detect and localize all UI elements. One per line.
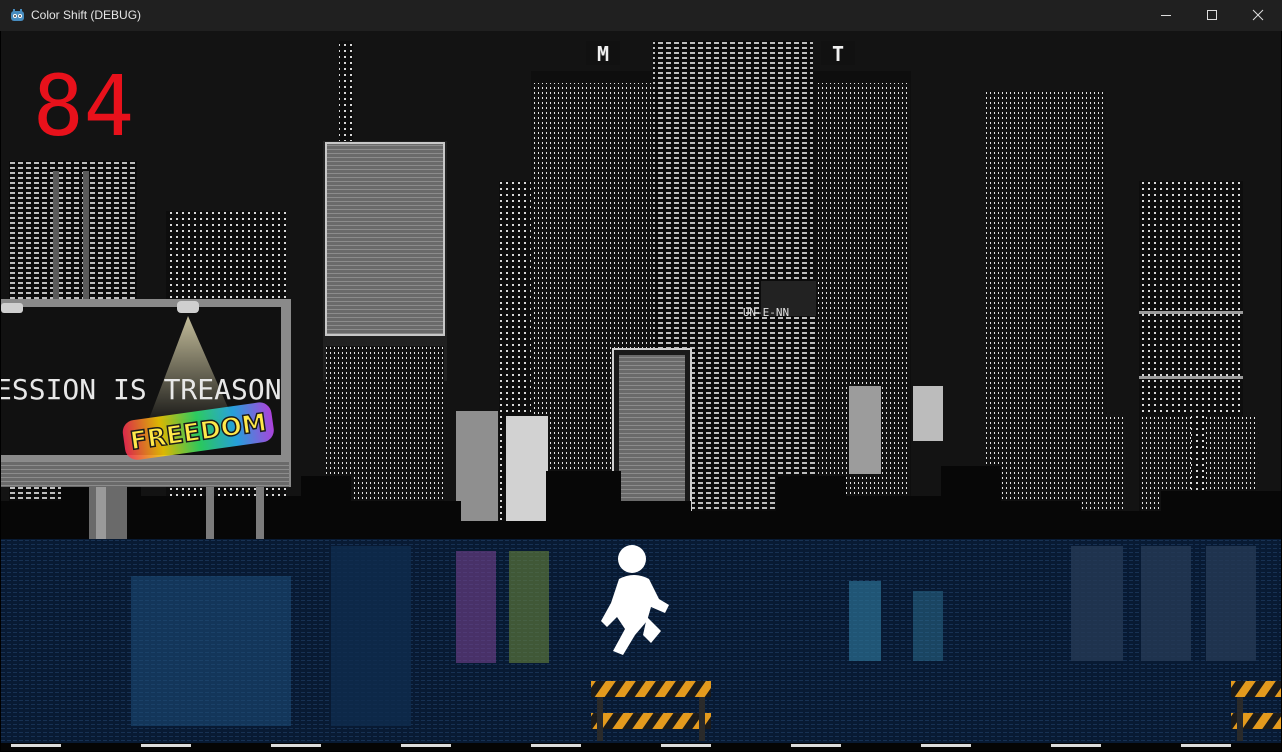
tower-sign-left: M xyxy=(597,42,609,66)
score-value: 84 xyxy=(33,69,133,139)
tower-sign-right: T xyxy=(832,42,844,66)
maximize-button[interactable] xyxy=(1189,0,1235,31)
tower-sign-center: UN-E-NN xyxy=(743,306,789,319)
close-icon xyxy=(1252,9,1264,21)
window-titlebar: Color Shift (DEBUG) xyxy=(0,0,1282,31)
game-scene: M T UN-E-NN ESSION IS TREASON FREEDOM xyxy=(1,31,1281,751)
window-title: Color Shift (DEBUG) xyxy=(31,8,142,22)
game-viewport[interactable]: M T UN-E-NN ESSION IS TREASON FREEDOM 84 xyxy=(1,31,1281,751)
billboard-text: ESSION IS TREASON xyxy=(1,373,282,406)
maximize-icon xyxy=(1207,10,1217,20)
godot-app-icon xyxy=(10,8,25,23)
score-counter: 84 xyxy=(33,69,133,139)
close-button[interactable] xyxy=(1235,0,1281,31)
minimize-button[interactable] xyxy=(1143,0,1189,31)
minimize-icon xyxy=(1161,15,1171,16)
ground-line xyxy=(1,743,1281,751)
